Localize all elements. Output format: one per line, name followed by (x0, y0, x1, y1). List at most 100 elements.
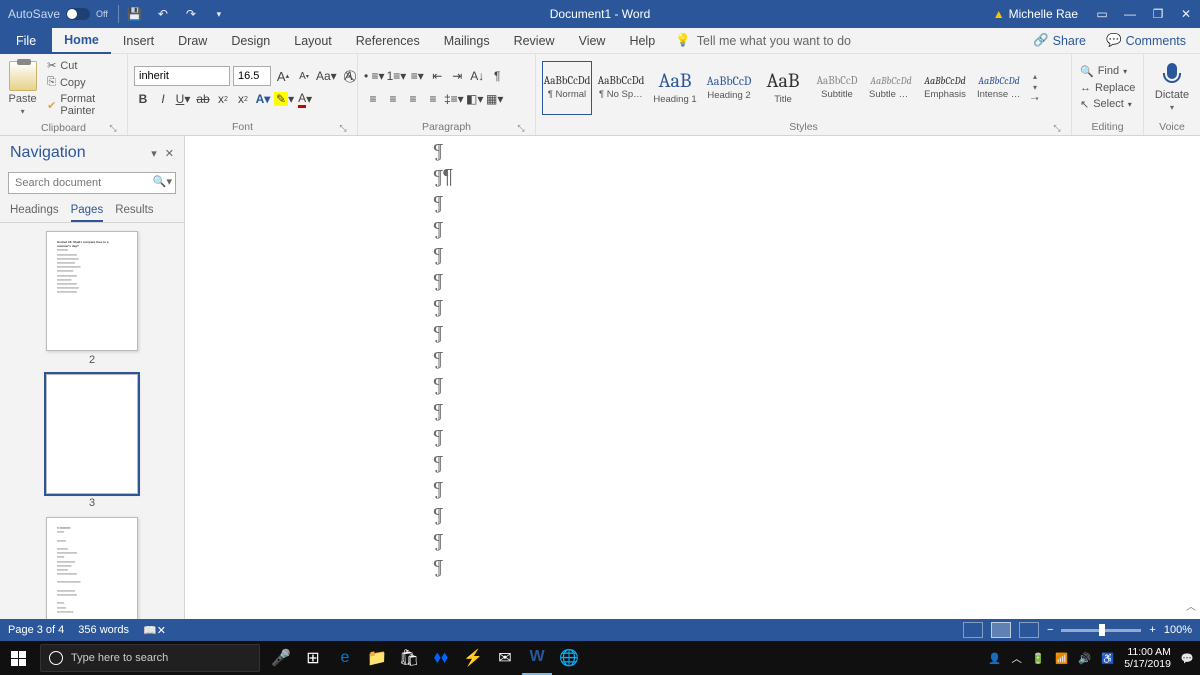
style-more-button[interactable]: ⎯▾ (1030, 94, 1040, 104)
web-layout-button[interactable] (1019, 622, 1039, 638)
nav-tab-results[interactable]: Results (115, 204, 153, 222)
edge-icon[interactable]: e (330, 641, 360, 675)
page-thumbnail[interactable] (46, 374, 138, 494)
people-icon[interactable]: 👤 (988, 652, 1001, 665)
superscript-button[interactable]: x2 (234, 89, 252, 109)
read-mode-button[interactable] (963, 622, 983, 638)
select-button[interactable]: ↖Select▾ (1078, 97, 1137, 112)
style-heading[interactable]: AaBHeading 1 (650, 61, 700, 115)
style-nospac[interactable]: AaBbCcDd¶ No Spac... (596, 61, 646, 115)
close-icon[interactable]: ✕ (1172, 0, 1200, 28)
format-painter-button[interactable]: ✔Format Painter (43, 92, 121, 118)
tab-draw[interactable]: Draw (166, 28, 219, 54)
ribbon-display-icon[interactable]: ▭ (1088, 0, 1116, 28)
multilevel-button[interactable]: ≡▾ (408, 66, 426, 86)
tab-file[interactable]: File (0, 28, 52, 54)
underline-button[interactable]: U▾ (174, 89, 192, 109)
page-thumbnail[interactable]: Sonnet 18: Shall I compare thee to a sum… (46, 231, 138, 351)
font-size-input[interactable] (233, 66, 271, 86)
clipboard-dialog-launcher[interactable]: ⤡ (107, 122, 119, 134)
word-count[interactable]: 356 words (78, 624, 129, 636)
style-subtitle[interactable]: AaBbCcDSubtitle (812, 61, 862, 115)
nav-dropdown-icon[interactable]: ▾ (151, 147, 157, 160)
clock[interactable]: 11:00 AM 5/17/2019 (1124, 646, 1171, 670)
grow-font-button[interactable]: A▴ (274, 66, 292, 86)
numbering-button[interactable]: 1≡▾ (387, 66, 407, 86)
notifications-icon[interactable]: 💬 (1181, 652, 1194, 665)
style-title[interactable]: AaBTitle (758, 61, 808, 115)
clear-format-button[interactable]: A⃠ (340, 66, 358, 86)
app-icon[interactable]: ⚡ (458, 641, 488, 675)
tab-review[interactable]: Review (502, 28, 567, 54)
borders-button[interactable]: ▦▾ (486, 89, 504, 109)
italic-button[interactable]: I (154, 89, 172, 109)
file-explorer-icon[interactable]: 📁 (362, 641, 392, 675)
tell-me-search[interactable]: 💡 Tell me what you want to do (675, 33, 851, 48)
store-icon[interactable]: 🛍 (394, 641, 424, 675)
show-marks-button[interactable]: ¶ (488, 66, 506, 86)
decrease-indent-button[interactable]: ⇤ (428, 66, 446, 86)
styles-dialog-launcher[interactable]: ⤡ (1051, 122, 1063, 134)
font-color-button[interactable]: A▾ (296, 89, 314, 109)
volume-icon[interactable]: 🔊 (1078, 652, 1091, 665)
zoom-out-button[interactable]: − (1047, 624, 1053, 636)
autosave-toggle[interactable] (66, 8, 90, 20)
nav-close-icon[interactable]: ✕ (165, 147, 174, 160)
line-spacing-button[interactable]: ‡≡▾ (444, 89, 464, 109)
zoom-in-button[interactable]: + (1149, 624, 1155, 636)
tab-view[interactable]: View (567, 28, 618, 54)
tray-expand-icon[interactable]: ︿ (1011, 651, 1022, 666)
style-heading[interactable]: AaBbCcDHeading 2 (704, 61, 754, 115)
sort-button[interactable]: A↓ (468, 66, 486, 86)
tab-design[interactable]: Design (219, 28, 282, 54)
replace-button[interactable]: ↔Replace (1078, 81, 1137, 95)
nav-tab-headings[interactable]: Headings (10, 204, 59, 222)
copy-button[interactable]: ⎘Copy (43, 75, 121, 90)
change-case-button[interactable]: Aa▾ (316, 66, 337, 86)
spellcheck-icon[interactable]: 📖✕ (143, 624, 166, 637)
font-name-input[interactable] (134, 66, 230, 86)
battery-icon[interactable]: 🔋 (1032, 652, 1045, 665)
style-row-down[interactable]: ▾ (1030, 83, 1040, 93)
paragraph-dialog-launcher[interactable]: ⤡ (515, 122, 527, 134)
taskbar-search[interactable]: Type here to search (40, 644, 260, 672)
tab-insert[interactable]: Insert (111, 28, 166, 54)
nav-tab-pages[interactable]: Pages (71, 204, 104, 222)
mic-icon[interactable]: 🎤 (266, 641, 296, 675)
subscript-button[interactable]: x2 (214, 89, 232, 109)
style-subtleem[interactable]: AaBbCcDdSubtle Em... (866, 61, 916, 115)
zoom-level[interactable]: 100% (1164, 624, 1192, 636)
dropbox-icon[interactable]: ⬧⬧ (426, 641, 456, 675)
comments-button[interactable]: 💬Comments (1098, 33, 1194, 48)
increase-indent-button[interactable]: ⇥ (448, 66, 466, 86)
mail-icon[interactable]: ✉ (490, 641, 520, 675)
redo-icon[interactable]: ↷ (177, 0, 205, 28)
document-canvas[interactable]: ¶ ¶¶ ¶¶ ¶¶ ¶¶ ¶¶ ¶¶ ¶¶ ¶¶ ¶ (185, 136, 1200, 619)
find-button[interactable]: 🔍Find▾ (1078, 64, 1137, 79)
font-dialog-launcher[interactable]: ⤡ (337, 122, 349, 134)
ease-icon[interactable]: ♿ (1101, 652, 1114, 665)
align-right-button[interactable]: ≡ (404, 89, 422, 109)
page-thumbnail[interactable]: ━ ━━━━━━ ━━━━ ━━━━━ ━━━━━━ ━━━━━━━━━━━━━… (46, 517, 138, 619)
align-center-button[interactable]: ≡ (384, 89, 402, 109)
bullets-button[interactable]: • ≡▾ (364, 66, 385, 86)
align-left-button[interactable]: ≡ (364, 89, 382, 109)
word-icon[interactable]: W (522, 641, 552, 675)
start-button[interactable] (0, 641, 36, 675)
minimize-icon[interactable]: ― (1116, 0, 1144, 28)
search-icon[interactable]: 🔍▾ (153, 175, 172, 188)
user-name[interactable]: Michelle Rae (1009, 7, 1078, 21)
share-button[interactable]: 🔗Share (1025, 33, 1094, 48)
tab-references[interactable]: References (344, 28, 432, 54)
dictate-button[interactable]: Dictate ▾ (1150, 63, 1194, 112)
print-layout-button[interactable] (991, 622, 1011, 638)
tab-mailings[interactable]: Mailings (432, 28, 502, 54)
undo-icon[interactable]: ↶ (149, 0, 177, 28)
style-normal[interactable]: AaBbCcDd¶ Normal (542, 61, 592, 115)
collapse-ribbon-button[interactable]: ︿ (1186, 598, 1196, 613)
bold-button[interactable]: B (134, 89, 152, 109)
text-effects-button[interactable]: A▾ (254, 89, 272, 109)
maximize-icon[interactable]: ❐ (1144, 0, 1172, 28)
nav-search-input[interactable] (8, 172, 176, 194)
tab-home[interactable]: Home (52, 28, 111, 54)
